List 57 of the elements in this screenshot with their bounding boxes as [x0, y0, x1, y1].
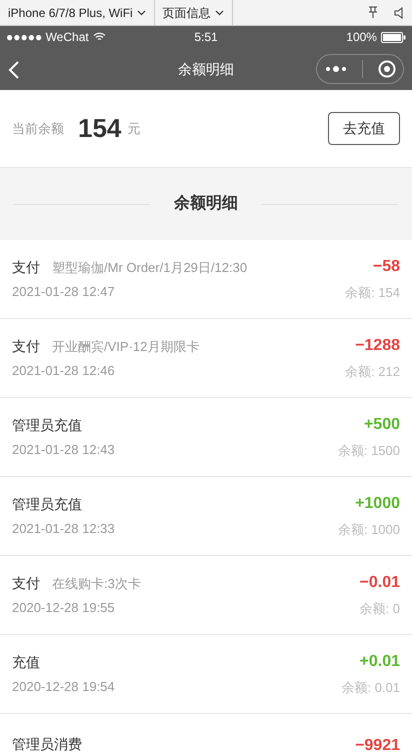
transaction-row[interactable]: 支付 开业酬宾/VIP·12月期限卡 2021-01-28 12:46 −1288 余额: 212 [0, 319, 412, 398]
remaining-balance: 余额: 0 [360, 600, 400, 618]
page-info-dropdown[interactable]: 页面信息 [154, 0, 233, 25]
transaction-type: 支付 [12, 574, 40, 593]
wifi-icon [92, 32, 106, 42]
remaining-balance: 余额: 154 [345, 284, 400, 302]
caret-icon [214, 10, 224, 16]
transaction-type: 充值 [12, 652, 40, 672]
section-title: 余额明细 [174, 193, 238, 214]
transaction-row[interactable]: 管理员充值 2021-01-28 12:43 +500 余额: 1500 [0, 398, 412, 477]
transaction-type: 支付 [12, 336, 40, 356]
page-title: 余额明细 [178, 60, 234, 78]
transaction-time: 2020-12-28 19:54 [12, 678, 115, 696]
transaction-type: 管理员充值 [12, 494, 82, 514]
close-icon[interactable] [378, 60, 396, 78]
battery-icon [380, 32, 406, 42]
transaction-amount: −1288 [355, 336, 400, 356]
remaining-balance: 余额: 1500 [338, 442, 400, 460]
more-icon[interactable] [324, 65, 346, 73]
transaction-time: 2021-01-28 12:33 [12, 520, 115, 538]
battery-percent: 100% [346, 29, 377, 46]
transaction-amount: −9921 [355, 736, 400, 753]
remaining-balance: 余额: 0.01 [341, 679, 400, 698]
pin-icon[interactable] [368, 6, 378, 19]
capsule-menu[interactable] [316, 54, 404, 84]
transaction-time: 2021-01-28 12:43 [12, 440, 115, 459]
transaction-time: 2021-01-28 12:47 [12, 282, 116, 301]
carrier-text: ●●●●● WeChat [6, 29, 89, 46]
transaction-row[interactable]: 支付 在线购卡:3次卡 2020-12-28 19:55 −0.01 余额: 0 [0, 556, 412, 635]
currency-unit: 元 [127, 120, 140, 138]
transaction-row[interactable]: 管理员充值 2021-01-28 12:33 +1000 余额: 1000 [0, 477, 412, 556]
remaining-balance: 余额: 1000 [338, 521, 400, 540]
transaction-amount: +0.01 [360, 652, 400, 672]
transaction-amount: −0.01 [360, 573, 400, 594]
transaction-row[interactable]: 管理员消费 −9921 [0, 714, 412, 753]
transaction-row[interactable]: 支付 塑型瑜伽/Mr Order/1月29日/12:30 2021-01-28 12:47 −58 余额: 154 [0, 240, 412, 319]
transaction-note: 塑型瑜伽/Mr Order/1月29日/12:30 [52, 258, 248, 277]
transaction-row[interactable]: 充值 2020-12-28 19:54 +0.01 余额: 0.01 [0, 635, 412, 714]
device-dropdown[interactable]: iPhone 6/7/8 Plus, WiFi [0, 0, 155, 25]
transaction-amount: −58 [372, 257, 400, 278]
back-icon[interactable] [8, 60, 20, 80]
transaction-time: 2021-01-28 12:46 [12, 362, 116, 380]
remaining-balance: 余额: 212 [345, 363, 400, 382]
status-time: 5:51 [193, 29, 219, 46]
caret-icon [136, 10, 146, 16]
transaction-note: 在线购卡:3次卡 [52, 574, 141, 593]
transaction-amount: +500 [364, 415, 400, 436]
recharge-button[interactable]: 去充值 [328, 112, 400, 145]
transaction-amount: +1000 [355, 494, 400, 514]
transaction-type: 支付 [12, 258, 40, 277]
speaker-icon[interactable] [394, 6, 404, 18]
transaction-note: 开业酬宾/VIP·12月期限卡 [52, 338, 200, 356]
balance-amount: 154 [78, 112, 122, 145]
transaction-type: 管理员消费 [12, 735, 82, 753]
balance-label: 当前余额 [12, 120, 64, 138]
transaction-type: 管理员充值 [12, 416, 82, 435]
transaction-time: 2020-12-28 19:55 [12, 598, 116, 617]
